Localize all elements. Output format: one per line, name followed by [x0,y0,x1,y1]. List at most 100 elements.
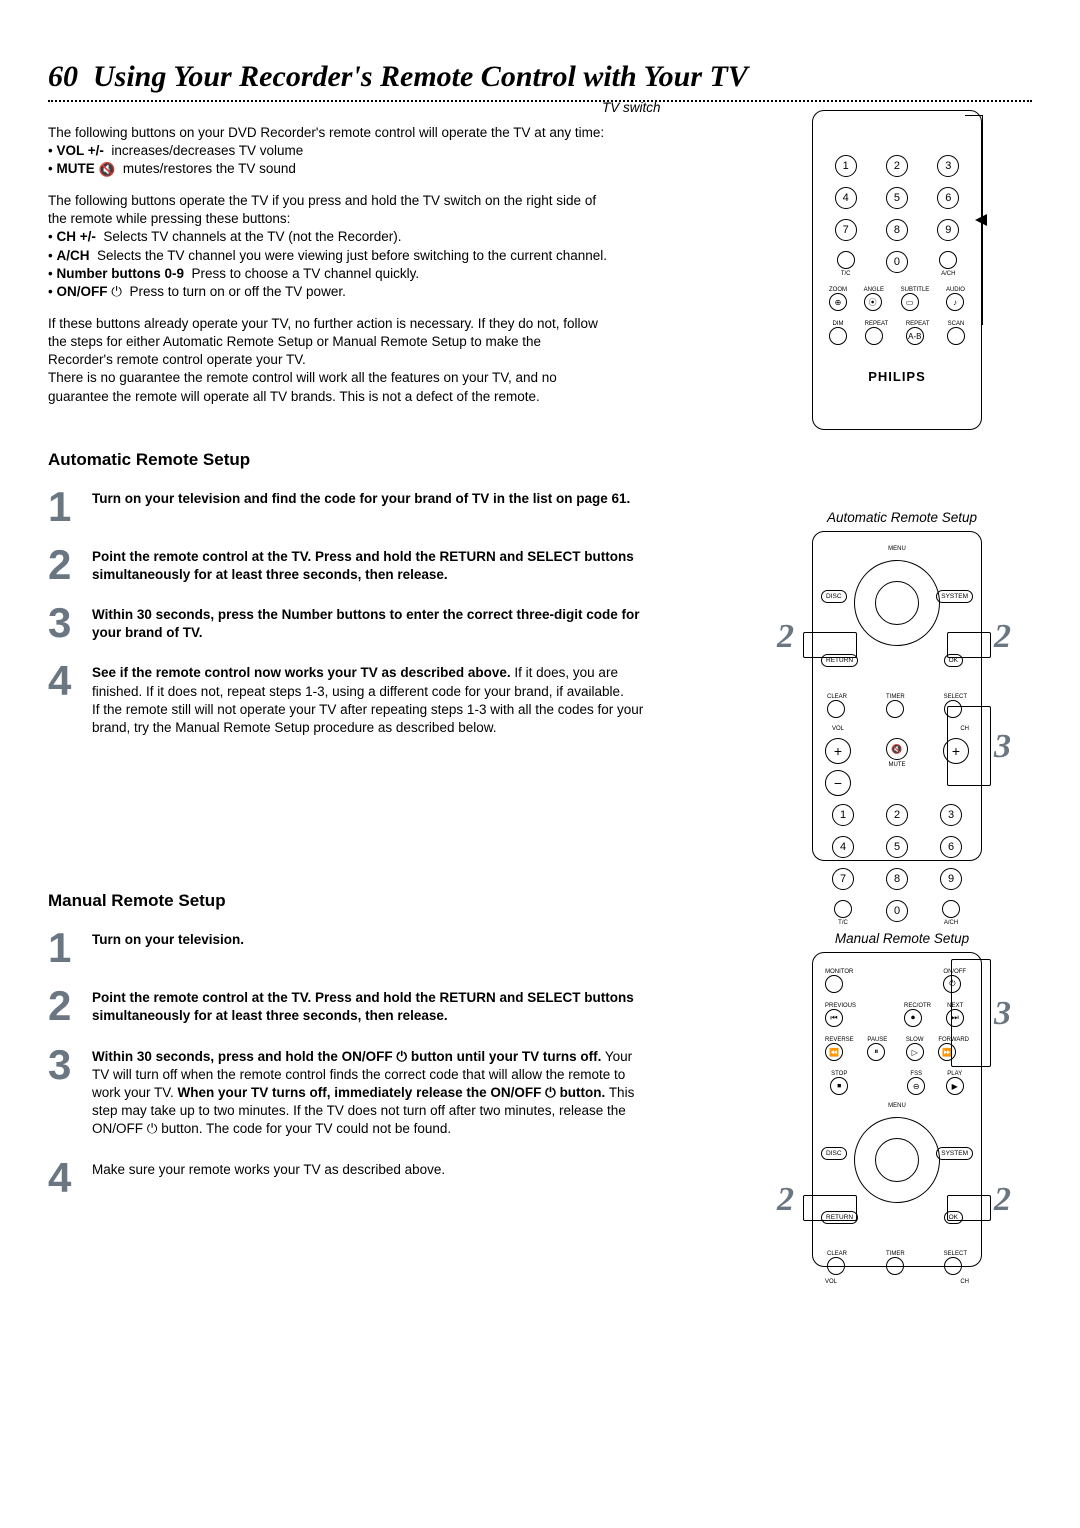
tc-btn [837,251,855,269]
num-0: 0 [886,900,908,922]
callout-box [803,1195,857,1221]
monitor-btn [825,975,843,993]
step-number: 3 [48,1046,92,1139]
num-8: 8 [886,868,908,890]
timer-btn [886,700,904,718]
manual-step-1: 1 Turn on your television. [48,929,648,967]
transport-row-1: MONITOR ON/OFF⏻ [825,967,969,993]
select-btn [944,1257,962,1275]
intro-p4: There is no guarantee the remote control… [48,369,608,405]
page-title-bar: 60 Using Your Recorder's Remote Control … [48,60,1032,102]
scan-btn [947,327,965,345]
callout-box [947,1195,991,1221]
callout-3: 3 [994,728,1011,766]
page-title: Using Your Recorder's Remote Control wit… [93,60,748,93]
auto-step-1: 1 Turn on your television and find the c… [48,488,648,526]
tvswitch-arrow-icon [975,213,987,231]
remote-diagram-top: 1 2 3 4 5 6 7 8 9 T/C 0 A/CH ZOOM⊕ ANGLE… [812,110,982,430]
remote-diagram-auto: MENU DISC SYSTEM RETURN OK CLEAR TIMER S… [812,531,982,861]
power-icon: ⏻ [147,1121,158,1136]
subtitle-icon: ▭ [901,293,919,311]
num-0: 0 [886,251,908,273]
vol-up: + [825,738,851,764]
ach-btn [939,251,957,269]
zoom-icon: ⊕ [829,293,847,311]
transport-row-2: PREVIOUS⏮ REC/OTR⏺ NEXT⏭ [825,1001,969,1027]
number-pad: 1 2 3 4 5 6 7 8 9 T/C 0 A/CH [829,155,965,277]
mute-icon: 🔇 [99,161,116,179]
clear-timer-select: CLEAR TIMER SELECT [825,1249,969,1275]
num-4: 4 [832,836,854,858]
num-1: 1 [832,804,854,826]
num-5: 5 [886,187,908,209]
philips-logo: PHILIPS [829,369,965,384]
num-6: 6 [937,187,959,209]
step-number: 4 [48,662,92,737]
system-pill: SYSTEM [936,1147,973,1160]
nav-inner [875,1138,919,1182]
manual-step-3: 3 Within 30 seconds, press and hold the … [48,1046,648,1139]
transport-row-4: STOP⏹ FSS⊖ PLAY▶ [825,1069,969,1095]
step-number: 1 [48,488,92,526]
step-number: 2 [48,546,92,584]
tc-btn [834,900,852,918]
intro-block: The following buttons on your DVD Record… [48,124,608,406]
ach-btn [942,900,960,918]
manual-step-2: 2 Point the remote control at the TV. Pr… [48,987,648,1025]
rec-icon: ⏺ [904,1009,922,1027]
auto-step-3: 3 Within 30 seconds, press the Number bu… [48,604,648,642]
step-number: 4 [48,1159,92,1197]
audio-icon: ♪ [946,293,964,311]
transport-row-3: REVERSE⏪ PAUSE⏸ SLOW▷ FORWARD⏩ [825,1035,969,1061]
num-2: 2 [886,804,908,826]
repeat-btn [865,327,883,345]
pause-icon: ⏸ [867,1043,885,1061]
intro-mute: • MUTE 🔇 mutes/restores the TV sound [48,160,608,179]
callout-2-right: 2 [994,618,1011,656]
tvswitch-label: TV switch [602,100,661,115]
auto-steps: 1 Turn on your television and find the c… [48,488,648,738]
intro-p3: If these buttons already operate your TV… [48,315,608,370]
number-pad: 1 2 3 4 5 6 7 8 9 T/C 0 A/CH [825,804,969,926]
intro-ch: • CH +/- Selects TV channels at the TV (… [48,228,608,246]
intro-onoff: • ON/OFF ⏻ Press to turn on or off the T… [48,283,608,302]
step-number: 3 [48,604,92,642]
right-column: TV switch 1 2 3 4 5 6 7 8 9 T/C 0 A/CH Z [772,110,1032,1267]
dim-btn [829,327,847,345]
play-icon: ▶ [946,1077,964,1095]
vol-dn: − [825,770,851,796]
intro-ach: • A/CH Selects the TV channel you were v… [48,247,608,265]
callout-2-left: 2 [777,618,794,656]
num-6: 6 [940,836,962,858]
clear-btn [827,1257,845,1275]
num-7: 7 [835,219,857,241]
intro-p2: The following buttons operate the TV if … [48,192,608,228]
power-icon: ⏻ [396,1049,407,1064]
repeat-ab-btn: A-B [906,327,924,345]
disc-pill: DISC [821,1147,847,1160]
num-5: 5 [886,836,908,858]
stop-icon: ⏹ [830,1077,848,1095]
num-7: 7 [832,868,854,890]
callout-3: 3 [994,995,1011,1033]
step-number: 2 [48,987,92,1025]
reverse-icon: ⏪ [825,1043,843,1061]
intro-p1: The following buttons on your DVD Record… [48,124,608,142]
manual-steps: 1 Turn on your television. 2 Point the r… [48,929,648,1196]
callout-box [803,632,857,658]
callout-box [947,706,991,786]
page-number: 60 [48,60,78,93]
fss-icon: ⊖ [907,1077,925,1095]
num-1: 1 [835,155,857,177]
auto-step-2: 2 Point the remote control at the TV. Pr… [48,546,648,584]
mute-btn: 🔇 [886,738,908,760]
slow-icon: ▷ [906,1043,924,1061]
callout-box [947,632,991,658]
feature-row-1: ZOOM⊕ ANGLE⦿ SUBTITLE▭ AUDIO♪ [829,285,965,311]
power-icon: ⏻ [545,1085,556,1100]
callout-2-right: 2 [994,1181,1011,1219]
num-3: 3 [937,155,959,177]
remote-diagram-manual: MONITOR ON/OFF⏻ PREVIOUS⏮ REC/OTR⏺ NEXT⏭… [812,952,982,1267]
num-8: 8 [886,219,908,241]
previous-icon: ⏮ [825,1009,843,1027]
